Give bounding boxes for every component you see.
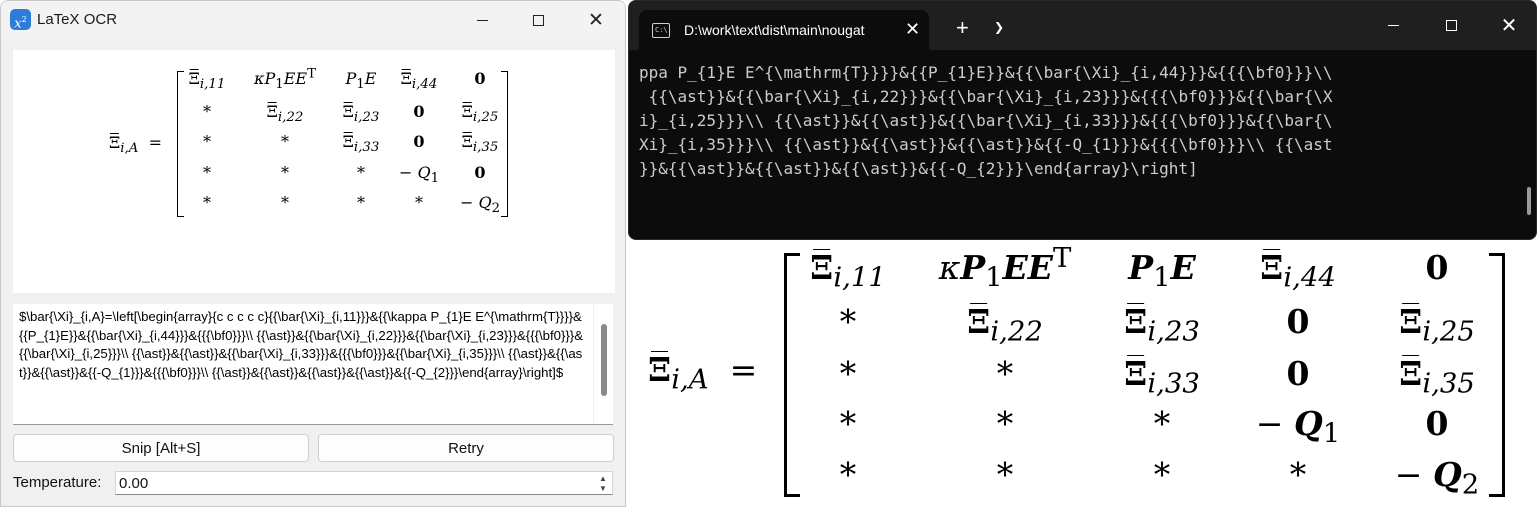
matrix-cell: * — [281, 163, 289, 182]
matrix-cell: κP1EET — [254, 66, 316, 93]
matrix-cell: Ξi,25 — [1399, 302, 1475, 348]
temperature-label: Temperature: — [13, 474, 102, 491]
snip-button[interactable]: Snip [Alt+S] — [13, 434, 309, 462]
matrix-cell: Ξi,22 — [266, 102, 304, 126]
terminal-minimize-button[interactable] — [1364, 1, 1422, 50]
matrix-cell: * — [203, 193, 211, 212]
terminal-line: {{\ast}}&{{\bar{\Xi}_{i,22}}}&{{\bar{\Xi… — [639, 87, 1333, 106]
terminal-title-bar[interactable]: C:\ D:\work\text\dist\main\nougat ✕ + ❯ … — [629, 1, 1536, 50]
terminal-tab[interactable]: C:\ D:\work\text\dist\main\nougat ✕ — [639, 10, 929, 50]
new-tab-plus-icon[interactable]: + — [956, 17, 969, 39]
matrix-cell: Ξi,11 — [810, 248, 886, 294]
close-icon: ✕ — [1500, 14, 1518, 37]
right-bracket — [1489, 253, 1505, 497]
matrix-cell: * — [203, 163, 211, 182]
latex-source-textbox[interactable]: $\bar{\Xi}_{i,A}=\left[\begin{array}{c c… — [13, 304, 593, 424]
matrix-cell: 0 — [474, 163, 486, 182]
temperature-spinbox[interactable]: 0.00 — [115, 471, 613, 495]
matrix-cell: 0 — [474, 69, 486, 88]
left-bracket — [177, 71, 184, 217]
terminal-close-button[interactable]: ✕ — [1480, 1, 1536, 50]
matrix-cell: Ξi,35 — [461, 132, 499, 156]
matrix-cell: * — [839, 404, 857, 443]
matrix-cell: * — [996, 354, 1014, 393]
matrix-cell: 0 — [413, 102, 425, 121]
matrix-cell: * — [281, 132, 289, 151]
matrix-cell: * — [357, 163, 365, 182]
matrix-cell: Ξi,35 — [1399, 354, 1475, 400]
matrix-cell: * — [1289, 455, 1307, 494]
matrix-cell: 0 — [1425, 404, 1449, 443]
retry-button[interactable]: Retry — [318, 434, 614, 462]
left-bracket — [784, 253, 800, 497]
maximize-button[interactable] — [509, 1, 567, 39]
title-bar[interactable]: x2 LaTeX OCR ✕ — [1, 1, 625, 39]
source-scrollbar[interactable] — [593, 304, 613, 424]
matrix-cell: − Q2 — [1394, 455, 1480, 501]
matrix-cell: κP1EET — [938, 242, 1072, 294]
scrollbar-thumb[interactable] — [601, 324, 607, 396]
latex-ocr-window: x2 LaTeX OCR ✕ Ξi,A = Ξi,11 κP1EET P1E Ξi,44… — [0, 0, 626, 507]
matrix-cell: 0 — [413, 132, 425, 151]
maximize-icon — [1445, 20, 1457, 31]
matrix-cell: * — [839, 354, 857, 393]
matrix-cell: Ξi,25 — [461, 102, 499, 126]
spin-down-arrow-icon[interactable]: ▼ — [595, 483, 611, 494]
matrix-cell: * — [839, 302, 857, 341]
matrix-cell: Ξi,23 — [1124, 302, 1200, 348]
terminal-maximize-button[interactable] — [1422, 1, 1480, 50]
terminal-window: C:\ D:\work\text\dist\main\nougat ✕ + ❯ … — [628, 0, 1537, 240]
matrix-cell: − Q1 — [398, 163, 440, 187]
matrix-cell: Ξi,23 — [342, 102, 380, 126]
terminal-line: Xi}_{i,35}}}\\ {{\ast}}&{{\ast}}&{{\ast}… — [639, 135, 1333, 154]
matrix-cell: 0 — [1286, 354, 1310, 393]
close-icon: ✕ — [588, 9, 604, 31]
matrix-cell: * — [839, 455, 857, 494]
tab-dropdown-chevron-icon[interactable]: ❯ — [994, 20, 1004, 34]
matrix-cell: − Q2 — [459, 193, 501, 217]
equation-lhs: Ξi,A = — [109, 133, 162, 157]
equation-lhs: Ξi,A = — [648, 350, 758, 396]
matrix-cell: Ξi,11 — [188, 69, 226, 93]
matrix-cell: Ξi,44 — [1260, 248, 1336, 294]
matrix-cell: * — [357, 193, 365, 212]
matrix-cell: * — [1153, 404, 1171, 443]
command-prompt-icon: C:\ — [652, 23, 670, 38]
matrix-cell: * — [415, 193, 423, 212]
terminal-line: }}&{{\ast}}&{{\ast}}&{{\ast}}&{{-Q_{2}}}… — [639, 159, 1198, 178]
matrix-cell: * — [203, 102, 211, 121]
terminal-line: ppa P_{1}E E^{\mathrm{T}}}}&{{P_{1}E}}&{… — [639, 63, 1333, 82]
matrix-cell: − Q1 — [1255, 404, 1341, 450]
latex-ocr-app-icon: x2 — [10, 9, 31, 31]
matrix-cell: * — [996, 404, 1014, 443]
matrix-cell: Ξi,22 — [967, 302, 1043, 348]
matrix-cell: P1E — [1128, 248, 1196, 294]
equation-preview: Ξi,A = Ξi,11 κP1EET P1E Ξi,44 0 * Ξi,22 Ξi,23 0 Ξi… — [13, 50, 615, 293]
window-title: LaTeX OCR — [37, 11, 118, 28]
divider — [13, 424, 613, 425]
matrix-cell: Ξi,33 — [342, 132, 380, 156]
matrix-cell: * — [996, 455, 1014, 494]
minimize-icon — [476, 19, 488, 21]
minimize-button[interactable] — [453, 1, 511, 39]
matrix-cell: * — [281, 193, 289, 212]
tab-close-icon[interactable]: ✕ — [905, 19, 920, 40]
right-bracket — [501, 71, 508, 217]
close-button[interactable]: ✕ — [567, 1, 625, 39]
matrix-cell: 0 — [1286, 302, 1310, 341]
matrix-cell: P1E — [345, 69, 377, 93]
terminal-output[interactable]: ppa P_{1}E E^{\mathrm{T}}}}&{{P_{1}E}}&{… — [639, 61, 1515, 181]
matrix-cell: Ξi,33 — [1124, 354, 1200, 400]
minimize-icon — [1387, 25, 1399, 26]
matrix-cell: Ξi,44 — [400, 69, 438, 93]
maximize-icon — [532, 14, 544, 26]
tab-title: D:\work\text\dist\main\nougat — [684, 22, 865, 38]
matrix-cell: * — [1153, 455, 1171, 494]
terminal-line: i}_{i,25}}}\\ {{\ast}}&{{\ast}}&{{\bar{\… — [639, 111, 1333, 130]
matrix-cell: 0 — [1425, 248, 1449, 287]
terminal-scrollbar-thumb[interactable] — [1527, 187, 1531, 215]
matrix-cell: * — [203, 132, 211, 151]
